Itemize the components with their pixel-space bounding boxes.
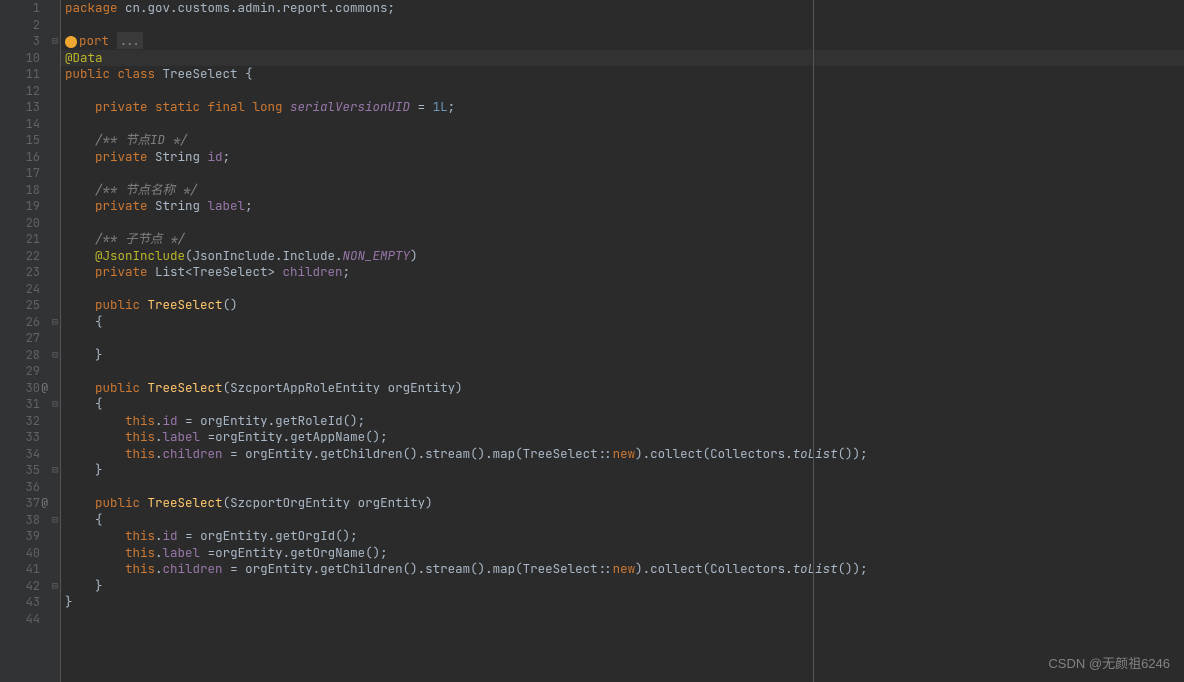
line-number[interactable]: 25 xyxy=(16,297,60,314)
code-line[interactable] xyxy=(61,116,1184,133)
code-line[interactable] xyxy=(61,330,1184,347)
code-line[interactable]: } xyxy=(61,347,1184,364)
line-number[interactable]: 44 xyxy=(16,611,60,628)
code-line[interactable] xyxy=(61,611,1184,628)
line-number[interactable]: 18 xyxy=(16,182,60,199)
line-number[interactable]: 21 xyxy=(16,231,60,248)
code-line[interactable] xyxy=(61,83,1184,100)
fold-toggle-icon[interactable]: ⊟ xyxy=(52,33,58,50)
code-line[interactable]: this.label =orgEntity.getOrgName(); xyxy=(61,545,1184,562)
fold-toggle-icon[interactable]: ⊟ xyxy=(52,512,58,529)
code-line[interactable]: this.id = orgEntity.getRoleId(); xyxy=(61,413,1184,430)
code-line[interactable] xyxy=(61,17,1184,34)
code-line[interactable]: } xyxy=(61,578,1184,595)
code-line[interactable]: { xyxy=(61,512,1184,529)
code-line[interactable]: port ... xyxy=(61,33,1184,50)
line-number[interactable]: 38⊟ xyxy=(16,512,60,529)
line-number-gutter[interactable]: 123⊟1011121314151617181920212223242526⊟2… xyxy=(16,0,60,682)
line-number[interactable]: 15 xyxy=(16,132,60,149)
line-number[interactable]: 35⊟ xyxy=(16,462,60,479)
code-line[interactable]: private String id; xyxy=(61,149,1184,166)
line-number[interactable]: 32 xyxy=(16,413,60,430)
code-line[interactable]: public TreeSelect(SzcportAppRoleEntity o… xyxy=(61,380,1184,397)
code-line[interactable]: @Data xyxy=(61,50,1184,67)
line-number[interactable]: 20 xyxy=(16,215,60,232)
line-number[interactable]: 23 xyxy=(16,264,60,281)
line-number[interactable]: 34 xyxy=(16,446,60,463)
line-number[interactable]: 24 xyxy=(16,281,60,298)
line-number[interactable]: 16 xyxy=(16,149,60,166)
code-line[interactable]: private List<TreeSelect> children; xyxy=(61,264,1184,281)
line-number[interactable]: 31⊟ xyxy=(16,396,60,413)
fold-toggle-icon[interactable]: ⊟ xyxy=(52,396,58,413)
line-number[interactable]: 26⊟ xyxy=(16,314,60,331)
code-line[interactable]: @JsonInclude(JsonInclude.Include.NON_EMP… xyxy=(61,248,1184,265)
code-line[interactable]: /** 节点名称 */ xyxy=(61,182,1184,199)
code-line[interactable]: this.children = orgEntity.getChildren().… xyxy=(61,446,1184,463)
line-number[interactable]: 11 xyxy=(16,66,60,83)
override-marker-icon[interactable]: @ xyxy=(41,380,48,397)
line-number[interactable]: 42⊟ xyxy=(16,578,60,595)
line-number[interactable]: 39 xyxy=(16,528,60,545)
line-number[interactable]: 19 xyxy=(16,198,60,215)
line-number[interactable]: 30@ xyxy=(16,380,60,397)
code-line[interactable]: public class TreeSelect { xyxy=(61,66,1184,83)
fold-toggle-icon[interactable]: ⊟ xyxy=(52,314,58,331)
code-line[interactable]: public TreeSelect(SzcportOrgEntity orgEn… xyxy=(61,495,1184,512)
code-editor[interactable]: 123⊟1011121314151617181920212223242526⊟2… xyxy=(0,0,1184,682)
code-line[interactable]: this.children = orgEntity.getChildren().… xyxy=(61,561,1184,578)
line-number[interactable]: 12 xyxy=(16,83,60,100)
line-number[interactable]: 22 xyxy=(16,248,60,265)
code-line[interactable]: /** 子节点 */ xyxy=(61,231,1184,248)
fold-toggle-icon[interactable]: ⊟ xyxy=(52,462,58,479)
line-number[interactable]: 2 xyxy=(16,17,60,34)
line-number[interactable]: 3⊟ xyxy=(16,33,60,50)
code-line[interactable]: /** 节点ID */ xyxy=(61,132,1184,149)
code-line[interactable]: } xyxy=(61,462,1184,479)
fold-toggle-icon[interactable]: ⊟ xyxy=(52,347,58,364)
code-line[interactable]: this.id = orgEntity.getOrgId(); xyxy=(61,528,1184,545)
line-number[interactable]: 17 xyxy=(16,165,60,182)
fold-toggle-icon[interactable]: ⊟ xyxy=(52,578,58,595)
line-number[interactable]: 28⊟ xyxy=(16,347,60,364)
line-number[interactable]: 37@ xyxy=(16,495,60,512)
line-number[interactable]: 41 xyxy=(16,561,60,578)
right-margin-guide xyxy=(813,0,814,682)
line-number[interactable]: 27 xyxy=(16,330,60,347)
gutter-marks xyxy=(0,0,16,682)
code-line[interactable]: { xyxy=(61,396,1184,413)
line-number[interactable]: 1 xyxy=(16,0,60,17)
line-number[interactable]: 29 xyxy=(16,363,60,380)
code-line[interactable] xyxy=(61,363,1184,380)
code-line[interactable]: package cn.gov.customs.admin.report.comm… xyxy=(61,0,1184,17)
code-line[interactable] xyxy=(61,281,1184,298)
line-number[interactable]: 36 xyxy=(16,479,60,496)
line-number[interactable]: 14 xyxy=(16,116,60,133)
override-marker-icon[interactable]: @ xyxy=(41,495,48,512)
code-line[interactable]: public TreeSelect() xyxy=(61,297,1184,314)
line-number[interactable]: 43 xyxy=(16,594,60,611)
code-line[interactable]: this.label =orgEntity.getAppName(); xyxy=(61,429,1184,446)
code-line[interactable]: private String label; xyxy=(61,198,1184,215)
code-line[interactable]: { xyxy=(61,314,1184,331)
line-number[interactable]: 40 xyxy=(16,545,60,562)
code-line[interactable] xyxy=(61,165,1184,182)
line-number[interactable]: 33 xyxy=(16,429,60,446)
watermark-text: CSDN @无颜祖6246 xyxy=(1048,656,1170,673)
code-line[interactable] xyxy=(61,215,1184,232)
code-line[interactable]: } xyxy=(61,594,1184,611)
code-line[interactable]: private static final long serialVersionU… xyxy=(61,99,1184,116)
line-number[interactable]: 10 xyxy=(16,50,60,67)
code-content[interactable]: package cn.gov.customs.admin.report.comm… xyxy=(60,0,1184,682)
line-number[interactable]: 13 xyxy=(16,99,60,116)
code-line[interactable] xyxy=(61,479,1184,496)
